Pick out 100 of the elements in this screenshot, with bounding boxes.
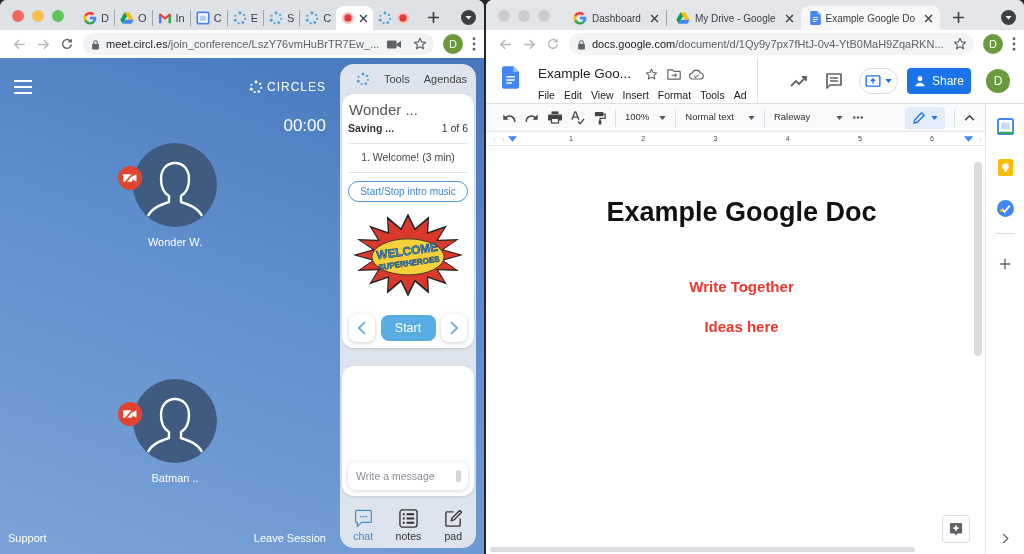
comment-icon[interactable] bbox=[825, 71, 843, 90]
tasks-icon[interactable] bbox=[996, 200, 1014, 217]
close-icon[interactable] bbox=[924, 13, 933, 23]
star-icon[interactable] bbox=[953, 37, 967, 51]
document-title[interactable]: Example Goo... bbox=[538, 66, 632, 83]
dots-logo-icon bbox=[249, 80, 263, 94]
browser-tab[interactable]: Example Google Do bbox=[800, 6, 940, 30]
document-icon bbox=[502, 66, 519, 89]
spellcheck-icon[interactable] bbox=[571, 110, 585, 125]
plus-icon[interactable] bbox=[952, 10, 965, 24]
browser-tab[interactable]: C bbox=[190, 6, 227, 30]
menu-item[interactable]: File bbox=[538, 88, 555, 103]
menu-item[interactable]: Edit bbox=[563, 88, 582, 103]
browser-tab[interactable] bbox=[336, 6, 374, 30]
dots-logo-icon bbox=[378, 11, 393, 25]
browser-tab[interactable]: O bbox=[114, 6, 152, 30]
close-icon[interactable] bbox=[359, 13, 369, 23]
star-icon[interactable] bbox=[645, 67, 659, 81]
lock-icon bbox=[91, 38, 100, 50]
plus-icon[interactable] bbox=[999, 258, 1011, 270]
chevron-right-icon bbox=[450, 321, 458, 335]
chevron-left-icon bbox=[358, 321, 366, 335]
timer-text: 00:00 bbox=[283, 117, 326, 134]
calendar-icon bbox=[195, 11, 210, 25]
position-text: 1 of 6 bbox=[441, 121, 468, 136]
nav-tab[interactable]: Agendas bbox=[423, 70, 468, 88]
dots-logo-icon bbox=[356, 72, 370, 86]
present-icon bbox=[865, 74, 881, 87]
caret-circle-icon[interactable] bbox=[461, 9, 476, 25]
agenda-item-text: 1. Welcome! (3 min) bbox=[360, 149, 456, 165]
message-field[interactable]: Write a message bbox=[348, 462, 468, 490]
plus-icon[interactable] bbox=[427, 10, 441, 24]
pencil-square-icon bbox=[443, 509, 463, 529]
caret-icon bbox=[747, 115, 755, 120]
browser-tab[interactable]: S bbox=[264, 6, 300, 30]
menu-item[interactable]: Ad bbox=[733, 88, 747, 103]
address-field[interactable]: docs.google.com/document/d/1Qy9y7px7fHtJ-0v4-YtB0MaH9ZqaRKN... bbox=[569, 33, 974, 55]
g-logo-icon bbox=[83, 11, 97, 25]
nav-tab[interactable]: Tools bbox=[384, 70, 410, 88]
browser-tab[interactable]: D bbox=[78, 6, 114, 30]
user-silhouette-icon bbox=[133, 143, 217, 227]
explore-icon bbox=[949, 522, 963, 536]
participant-name: Wonder W. bbox=[147, 235, 203, 250]
star-icon[interactable] bbox=[413, 37, 427, 51]
edit-mode-button[interactable] bbox=[905, 106, 945, 129]
zoom-dropdown[interactable]: 100% bbox=[625, 110, 667, 125]
browser-tab[interactable]: In bbox=[152, 6, 190, 30]
menu-item[interactable]: Format bbox=[657, 88, 692, 103]
document-text: Ideas here bbox=[704, 318, 779, 337]
browser-tab[interactable]: C bbox=[300, 6, 337, 30]
m-logo-icon bbox=[157, 11, 172, 25]
more-icon[interactable] bbox=[852, 116, 865, 119]
indent-marker-icon[interactable] bbox=[508, 135, 517, 142]
video-camera-icon[interactable] bbox=[387, 39, 401, 49]
document-text: Write Together bbox=[689, 278, 794, 297]
record-icon bbox=[396, 11, 411, 25]
undo-icon[interactable] bbox=[502, 112, 516, 123]
style-dropdown[interactable]: Normal text bbox=[685, 110, 755, 125]
explore-button[interactable] bbox=[942, 515, 970, 543]
scrollbar-thumb[interactable] bbox=[490, 547, 915, 552]
present-button[interactable] bbox=[859, 67, 898, 94]
caret-icon bbox=[659, 115, 667, 120]
calendar-icon[interactable] bbox=[996, 118, 1014, 135]
menu-item[interactable]: View bbox=[591, 88, 614, 103]
reload-icon[interactable] bbox=[60, 37, 74, 51]
chevron-right-icon[interactable] bbox=[1001, 533, 1009, 544]
bottom-tab[interactable]: notes bbox=[395, 509, 422, 543]
chat-bubble-icon bbox=[353, 509, 373, 529]
participant-name: Batman .. bbox=[151, 470, 199, 486]
address-field[interactable]: meet.circl.es/join_conference/LszY76vmHuBrTR7Ew_... bbox=[83, 33, 434, 55]
list-icon bbox=[398, 509, 418, 529]
caret-circle-icon[interactable] bbox=[1001, 9, 1016, 25]
status-text: Saving ... bbox=[348, 121, 395, 136]
collapse-icon[interactable] bbox=[964, 114, 975, 121]
kebab-icon[interactable] bbox=[472, 37, 476, 51]
cloud-icon[interactable] bbox=[689, 68, 705, 80]
browser-tab[interactable]: My Drive - Google bbox=[666, 6, 801, 30]
print-icon[interactable] bbox=[548, 111, 562, 124]
menu-item[interactable]: Tools bbox=[700, 88, 725, 103]
menu-item[interactable]: Insert bbox=[622, 88, 649, 103]
share-button[interactable]: Share bbox=[907, 67, 971, 94]
indent-marker-icon[interactable] bbox=[964, 135, 973, 142]
scrollbar-thumb[interactable] bbox=[974, 162, 982, 356]
kebab-icon[interactable] bbox=[1012, 37, 1016, 51]
browser-tab[interactable]: E bbox=[227, 6, 263, 30]
caret-icon bbox=[885, 78, 892, 83]
browser-tab[interactable]: Dashboard bbox=[564, 6, 666, 30]
menu-icon[interactable] bbox=[14, 80, 32, 94]
person-icon bbox=[914, 74, 926, 87]
close-icon[interactable] bbox=[784, 13, 794, 23]
move-folder-icon[interactable] bbox=[667, 68, 682, 80]
redo-icon[interactable] bbox=[525, 112, 539, 123]
trend-icon[interactable] bbox=[790, 74, 808, 87]
user-silhouette-icon bbox=[133, 378, 217, 463]
font-dropdown[interactable]: Raleway bbox=[773, 110, 844, 125]
bottom-tab[interactable]: pad bbox=[443, 509, 463, 543]
document-icon bbox=[809, 11, 821, 25]
music-button[interactable]: Start/Stop intro music bbox=[348, 180, 468, 202]
paint-format-icon[interactable] bbox=[594, 110, 606, 125]
close-icon[interactable] bbox=[649, 13, 659, 23]
